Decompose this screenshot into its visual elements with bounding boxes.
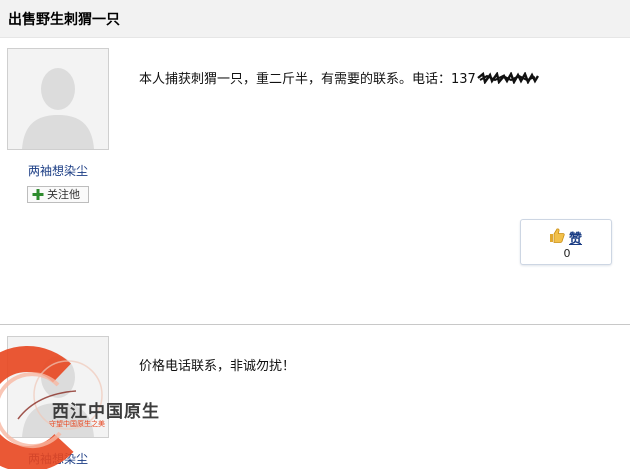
site-watermark: 西江中国原生 守望中国原生之美 — [0, 345, 180, 469]
thumbs-up-icon — [550, 228, 565, 243]
thread-page: 出售野生刺猬一只 两袖想染尘 关注他 本人捕获刺猬一只，重二斤半，有需要的联系。… — [0, 0, 630, 469]
post-text: 本人捕获刺猬一只，重二斤半，有需要的联系。电话：137 — [139, 72, 476, 87]
author-name[interactable]: 两袖想染尘 — [0, 162, 116, 179]
follow-label: 关注他 — [47, 188, 80, 201]
thread-title-bar: 出售野生刺猬一只 — [0, 0, 630, 38]
post-content: 本人捕获刺猬一只，重二斤半，有需要的联系。电话：137 — [139, 68, 539, 87]
watermark-slogan: 守望中国原生之美 — [49, 420, 105, 428]
redaction-scribble — [477, 72, 539, 84]
author-avatar[interactable] — [7, 48, 109, 150]
thread-title: 出售野生刺猬一只 — [8, 12, 120, 28]
follow-button[interactable]: 关注他 — [27, 186, 89, 203]
post-1: 两袖想染尘 关注他 本人捕获刺猬一只，重二斤半，有需要的联系。电话：137 赞 … — [0, 38, 630, 324]
like-label: 赞 — [569, 232, 583, 247]
like-count: 0 — [563, 247, 571, 260]
default-avatar-icon — [8, 49, 108, 149]
like-button[interactable]: 赞 0 — [520, 219, 612, 265]
plus-icon — [32, 189, 44, 200]
post-divider — [0, 324, 630, 325]
